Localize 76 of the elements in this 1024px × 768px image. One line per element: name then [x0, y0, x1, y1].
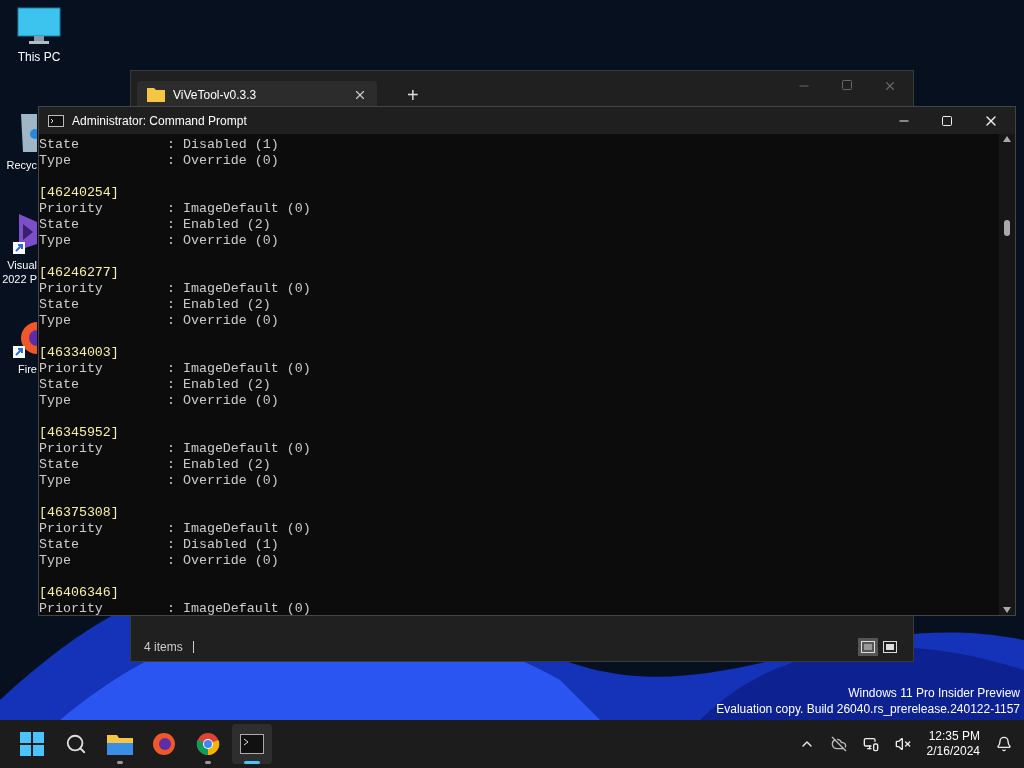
- field-name: Priority: [39, 521, 104, 537]
- field-value: : Override (0): [167, 153, 279, 169]
- feature-id: [46334003]: [39, 345, 120, 361]
- scroll-up-icon[interactable]: [1003, 136, 1011, 142]
- desktop-icon-label[interactable]: This PC: [17, 50, 61, 65]
- network-icon[interactable]: [862, 736, 879, 752]
- vertical-scrollbar[interactable]: [999, 134, 1015, 615]
- field-value: : Enabled (2): [167, 377, 271, 393]
- clock[interactable]: 12:35 PM 2/16/2024: [926, 729, 980, 759]
- feature-id: [46375308]: [39, 505, 120, 521]
- field-name: Type: [39, 313, 72, 329]
- feature-id: [46406346]: [39, 585, 120, 601]
- field-value: : ImageDefault (0): [167, 201, 311, 217]
- close-icon[interactable]: [353, 88, 367, 102]
- field-name: State: [39, 217, 80, 233]
- field-name: State: [39, 297, 80, 313]
- folder-icon: [147, 88, 165, 102]
- notification-icon[interactable]: [996, 736, 1012, 752]
- terminal-icon[interactable]: [240, 734, 264, 754]
- field-name: Type: [39, 553, 72, 569]
- field-value: : Disabled (1): [167, 537, 279, 553]
- details-view-button[interactable]: [858, 638, 878, 656]
- monitor-icon: [17, 6, 61, 46]
- field-name: Type: [39, 393, 72, 409]
- tab-title: ViVeTool-v0.3.3: [173, 87, 258, 104]
- feature-id: [46246277]: [39, 265, 120, 281]
- field-value: : Override (0): [167, 473, 279, 489]
- field-name: State: [39, 137, 80, 153]
- feature-id: [46240254]: [39, 185, 120, 201]
- field-name: Type: [39, 473, 72, 489]
- field-name: State: [39, 457, 80, 473]
- field-name: Type: [39, 153, 72, 169]
- console-icon: [48, 114, 64, 127]
- windows-logo-icon[interactable]: [20, 732, 44, 756]
- field-value: : Override (0): [167, 393, 279, 409]
- shortcut-icon: [13, 214, 37, 254]
- field-value: : ImageDefault (0): [167, 601, 311, 615]
- field-name: Type: [39, 233, 72, 249]
- cloud-off-icon[interactable]: [830, 736, 847, 752]
- list-icon: [861, 641, 875, 653]
- folder-tab[interactable]: ViVeTool-v0.3.3: [137, 81, 377, 109]
- field-value: : ImageDefault (0): [167, 361, 311, 377]
- field-value: : ImageDefault (0): [167, 521, 311, 537]
- desktop-icon-label[interactable]: Visual 2022 P: [2, 258, 37, 286]
- search-icon[interactable]: [65, 733, 87, 755]
- field-value: : Enabled (2): [167, 217, 271, 233]
- scroll-down-icon[interactable]: [1003, 607, 1011, 613]
- field-value: : Override (0): [167, 313, 279, 329]
- field-value: : Override (0): [167, 233, 279, 249]
- field-value: : Enabled (2): [167, 297, 271, 313]
- scroll-thumb[interactable]: [1004, 220, 1010, 236]
- round-browser-icon[interactable]: [196, 732, 220, 756]
- field-value: : Enabled (2): [167, 457, 271, 473]
- field-name: Priority: [39, 441, 104, 457]
- field-name: Priority: [39, 281, 104, 297]
- tiles-view-button[interactable]: [880, 638, 900, 656]
- field-value: : ImageDefault (0): [167, 441, 311, 457]
- desktop-icon-label[interactable]: Fire: [18, 362, 37, 376]
- preview-icon: [883, 641, 897, 653]
- field-value: : Disabled (1): [167, 137, 279, 153]
- volume-muted-icon[interactable]: [894, 736, 911, 752]
- field-name: State: [39, 377, 80, 393]
- feature-id: [46345952]: [39, 425, 120, 441]
- field-value: : Override (0): [167, 553, 279, 569]
- evaluation-notice: Windows 11 Pro Insider Preview: [848, 685, 1020, 701]
- field-name: Priority: [39, 361, 104, 377]
- evaluation-notice: Evaluation copy. Build 26040.rs_prerelease.240122-1157: [716, 701, 1020, 717]
- new-tab-button[interactable]: +: [407, 81, 419, 109]
- desktop-icon-label[interactable]: Recyc: [6, 158, 37, 172]
- field-name: State: [39, 537, 80, 553]
- folder-icon[interactable]: [107, 733, 133, 755]
- field-name: Priority: [39, 601, 104, 615]
- item-count: 4 items: [144, 639, 183, 656]
- window-title: Administrator: Command Prompt: [72, 112, 247, 130]
- field-value: : ImageDefault (0): [167, 281, 311, 297]
- field-name: Priority: [39, 201, 104, 217]
